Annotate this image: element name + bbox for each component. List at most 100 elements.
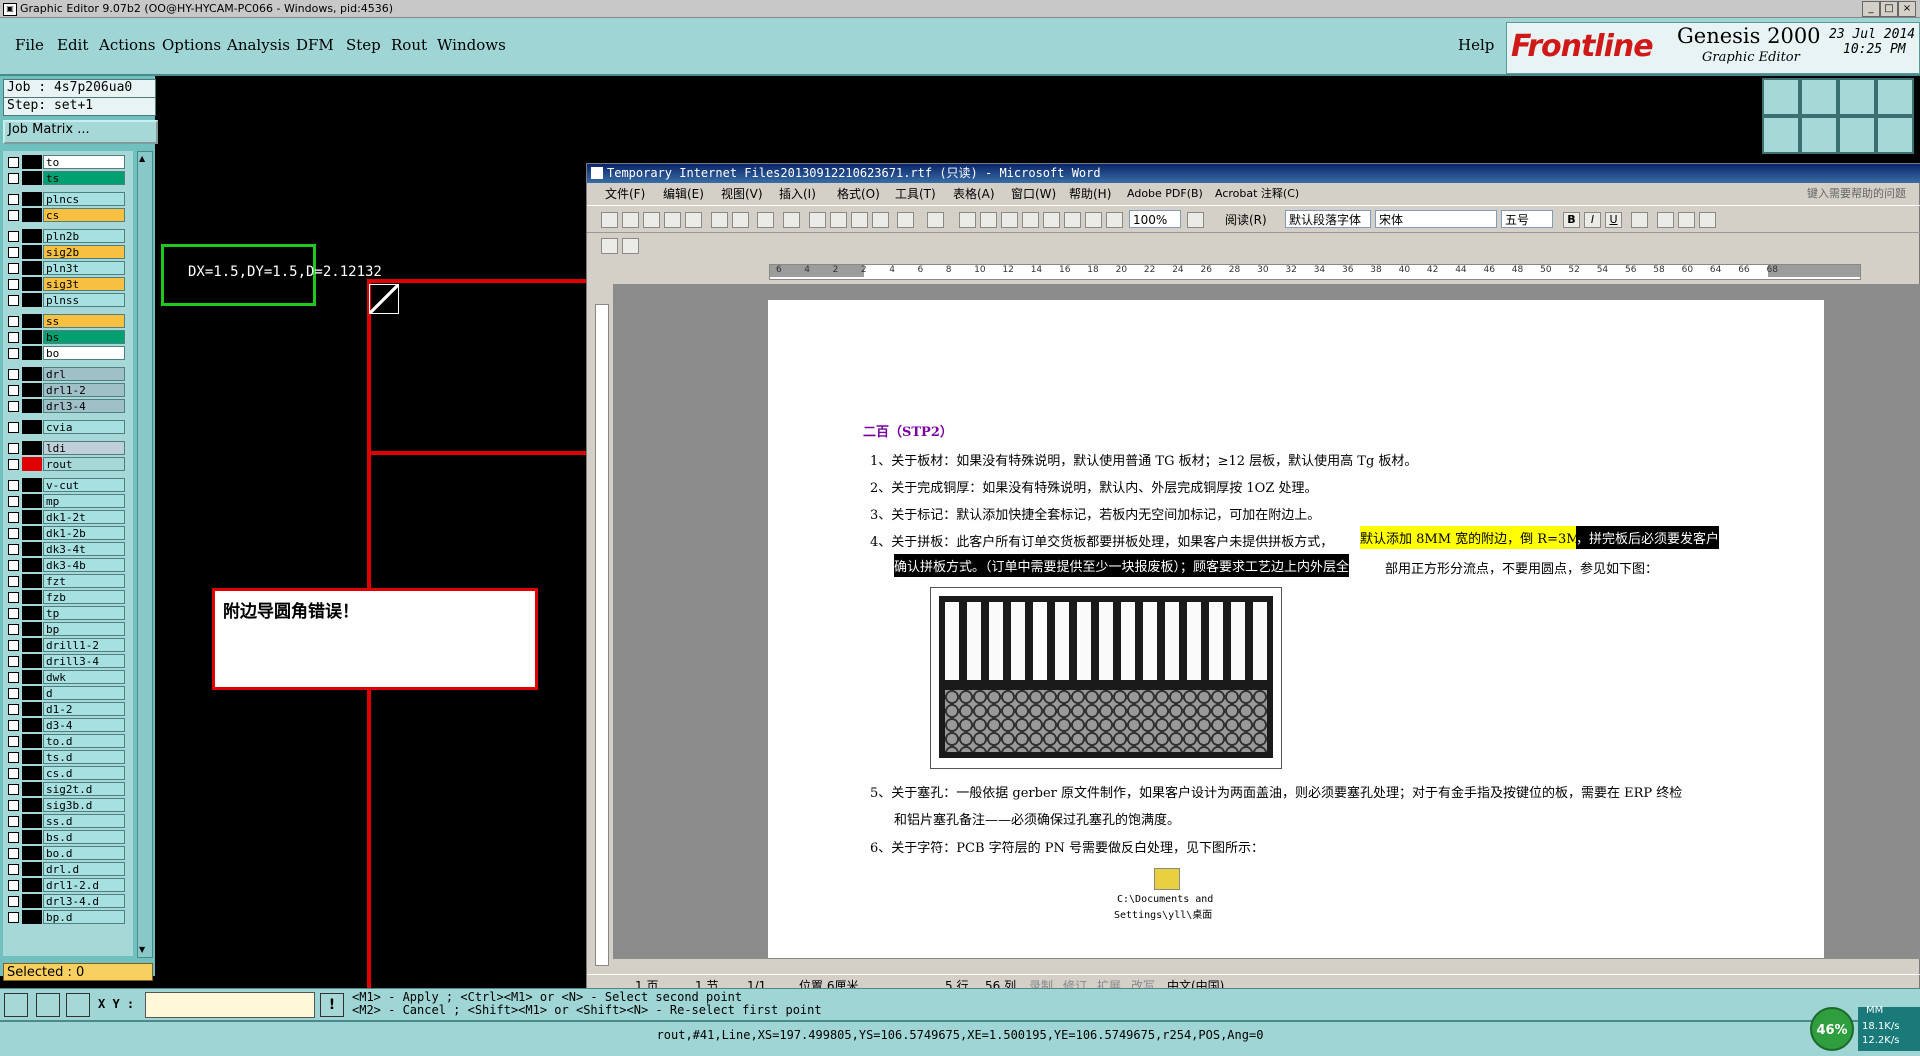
layer-swatch[interactable] — [22, 208, 42, 222]
layer-swatch[interactable] — [22, 192, 42, 206]
layer-swatch[interactable] — [22, 261, 42, 275]
layer-checkbox[interactable] — [8, 592, 19, 603]
layer-checkbox[interactable] — [8, 800, 19, 811]
layer-swatch[interactable] — [22, 686, 42, 700]
layer-swatch[interactable] — [22, 399, 42, 413]
minimize-button[interactable]: _ — [1862, 1, 1880, 17]
home-icon[interactable] — [1838, 78, 1876, 116]
layer-checkbox[interactable] — [8, 752, 19, 763]
layer-swatch[interactable] — [22, 846, 42, 860]
traditional-icon[interactable] — [757, 212, 774, 228]
layer-checkbox[interactable] — [8, 864, 19, 875]
word-menu-tools[interactable]: 工具(T) — [895, 183, 936, 205]
menu-actions[interactable]: Actions — [99, 36, 155, 54]
layer-row[interactable]: ts.d — [3, 750, 129, 764]
layer-row[interactable]: drl3-4.d — [3, 894, 129, 908]
layer-row[interactable]: dk3-4t — [3, 542, 129, 556]
layer-row[interactable]: bp — [3, 622, 129, 636]
layer-checkbox[interactable] — [8, 560, 19, 571]
font-select[interactable]: 宋体 — [1375, 210, 1497, 228]
layer-row[interactable]: plnss — [3, 293, 129, 307]
measure-mode-icon[interactable] — [36, 993, 60, 1017]
layer-checkbox[interactable] — [8, 896, 19, 907]
layer-checkbox[interactable] — [8, 736, 19, 747]
embedded-object-icon[interactable] — [1154, 868, 1180, 890]
layer-swatch[interactable] — [22, 766, 42, 780]
help-icon[interactable] — [1187, 212, 1204, 228]
layer-row[interactable]: to.d — [3, 734, 129, 748]
layer-checkbox[interactable] — [8, 608, 19, 619]
layer-checkbox[interactable] — [8, 688, 19, 699]
word-menu-adobe-pdf[interactable]: Adobe PDF(B) — [1127, 183, 1203, 205]
layer-row[interactable]: v-cut — [3, 478, 129, 492]
layer-swatch[interactable] — [22, 558, 42, 572]
indent-icon[interactable] — [1699, 212, 1716, 228]
forward-icon[interactable] — [1800, 116, 1838, 154]
job-matrix-button[interactable]: Job Matrix ... — [3, 120, 158, 144]
layer-swatch[interactable] — [22, 245, 42, 259]
layer-swatch[interactable] — [22, 830, 42, 844]
layer-checkbox[interactable] — [8, 816, 19, 827]
layer-row[interactable]: pln3t — [3, 261, 129, 275]
layer-row[interactable]: drl1-2.d — [3, 878, 129, 892]
layer-swatch[interactable] — [22, 718, 42, 732]
word-menu-acrobat[interactable]: Acrobat 注释(C) — [1215, 183, 1299, 205]
layer-checkbox[interactable] — [8, 401, 19, 412]
layer-swatch[interactable] — [22, 734, 42, 748]
layer-checkbox[interactable] — [8, 173, 19, 184]
layer-swatch[interactable] — [22, 510, 42, 524]
layer-row[interactable]: drl1-2 — [3, 383, 129, 397]
layer-swatch[interactable] — [22, 367, 42, 381]
close-button[interactable]: × — [1898, 1, 1916, 17]
layer-row[interactable]: drl — [3, 367, 129, 381]
layer-checkbox[interactable] — [8, 210, 19, 221]
layer-row[interactable]: bp.d — [3, 910, 129, 924]
xy-input[interactable] — [145, 992, 315, 1018]
layer-row[interactable]: sig2t.d — [3, 782, 129, 796]
layer-swatch[interactable] — [22, 622, 42, 636]
hyperlink-icon[interactable] — [959, 212, 976, 228]
route-icon[interactable] — [1838, 116, 1876, 154]
word-menu-window[interactable]: 窗口(W) — [1011, 183, 1056, 205]
menu-file[interactable]: File — [15, 36, 44, 54]
layer-checkbox[interactable] — [8, 544, 19, 555]
layer-checkbox[interactable] — [8, 422, 19, 433]
network-usage[interactable]: 46% — [1810, 1007, 1854, 1051]
copy-icon[interactable] — [830, 212, 847, 228]
layer-swatch[interactable] — [22, 638, 42, 652]
layer-row[interactable]: bo.d — [3, 846, 129, 860]
layer-checkbox[interactable] — [8, 157, 19, 168]
word-menu-help[interactable]: 帮助(H) — [1069, 183, 1111, 205]
layer-swatch[interactable] — [22, 277, 42, 291]
numbering-icon[interactable] — [1657, 212, 1674, 228]
pdf-convert-icon[interactable] — [601, 238, 618, 254]
layer-row[interactable]: sig2b — [3, 245, 129, 259]
layer-swatch[interactable] — [22, 574, 42, 588]
layer-row[interactable]: d — [3, 686, 129, 700]
grid-icon[interactable] — [1876, 78, 1914, 116]
open-doc-icon[interactable] — [622, 212, 639, 228]
back-icon[interactable] — [1762, 116, 1800, 154]
underline-icon[interactable]: U — [1605, 212, 1622, 228]
layer-row[interactable]: ss.d — [3, 814, 129, 828]
layer-checkbox[interactable] — [8, 443, 19, 454]
layer-row[interactable]: tp — [3, 606, 129, 620]
layer-swatch[interactable] — [22, 910, 42, 924]
layer-checkbox[interactable] — [8, 832, 19, 843]
layer-checkbox[interactable] — [8, 263, 19, 274]
layer-swatch[interactable] — [22, 441, 42, 455]
undo-icon[interactable] — [897, 212, 914, 228]
maximize-button[interactable]: □ — [1880, 1, 1898, 17]
layer-swatch[interactable] — [22, 494, 42, 508]
pdf-mail-icon[interactable] — [622, 238, 639, 254]
layer-checkbox[interactable] — [8, 496, 19, 507]
layer-row[interactable]: fzb — [3, 590, 129, 604]
layer-checkbox[interactable] — [8, 848, 19, 859]
layer-swatch[interactable] — [22, 171, 42, 185]
layer-row[interactable]: dk3-4b — [3, 558, 129, 572]
layer-swatch[interactable] — [22, 478, 42, 492]
layer-row[interactable]: d3-4 — [3, 718, 129, 732]
show-hide-icon[interactable] — [1106, 212, 1123, 228]
layer-row[interactable]: dwk — [3, 670, 129, 684]
layer-swatch[interactable] — [22, 383, 42, 397]
